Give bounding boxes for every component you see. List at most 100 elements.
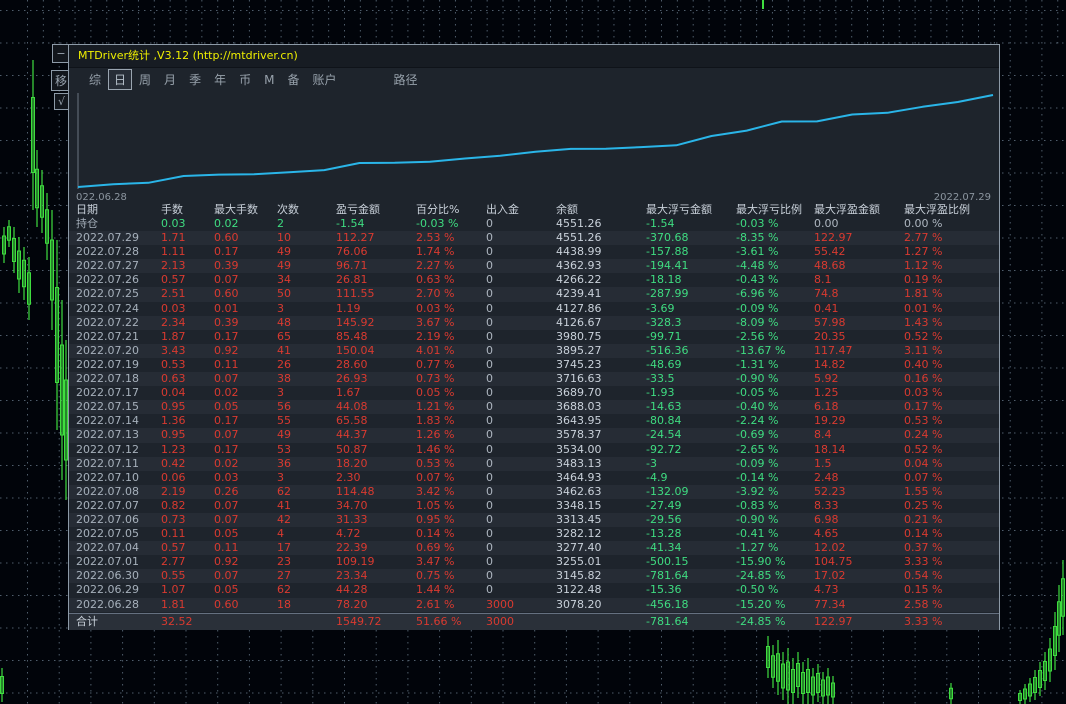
table-row[interactable]: 2022.07.121.230.175350.871.46 %03534.00-… [69, 443, 999, 457]
table-row[interactable]: 2022.06.300.550.072723.340.75 %03145.82-… [69, 569, 999, 583]
table-cell: -0.90 % [736, 372, 814, 386]
menu-item-tab-zong[interactable]: 综 [83, 69, 107, 90]
menu-item-tab-zhou[interactable]: 周 [133, 69, 157, 90]
table-cell: -92.72 [646, 443, 736, 457]
table-cell: 0.05 [214, 583, 277, 597]
table-cell: 0 [486, 217, 556, 231]
table-cell: 0.69 % [416, 541, 486, 555]
table-cell: -781.64 [646, 569, 736, 583]
table-cell: 0.53 % [416, 457, 486, 471]
menu-item-tab-lujing[interactable]: 路径 [388, 69, 424, 90]
table-cell: 3464.93 [556, 471, 646, 485]
table-cell: 1.81 % [904, 287, 994, 301]
column-header[interactable]: 最大浮盈金额 [814, 203, 904, 217]
table-cell: -0.83 % [736, 499, 814, 513]
table-cell: 1.43 % [904, 316, 994, 330]
table-row[interactable]: 2022.07.100.060.0332.300.07 %03464.93-4.… [69, 471, 999, 485]
column-header[interactable]: 余额 [556, 203, 646, 217]
menu-item-tab-zhanghu[interactable]: 账户 [306, 69, 342, 90]
table-row[interactable]: 2022.07.291.710.6010112.272.53 %04551.26… [69, 231, 999, 245]
table-cell: 1.21 % [416, 400, 486, 414]
table-row[interactable]: 2022.06.281.810.601878.202.61 %30003078.… [69, 598, 999, 612]
table-row[interactable]: 2022.07.211.870.176585.482.19 %03980.75-… [69, 330, 999, 344]
table-row[interactable]: 2022.07.260.570.073426.810.63 %04266.22-… [69, 273, 999, 287]
position-row[interactable]: 持仓0.030.022-1.54-0.03 %04551.26-1.54-0.0… [69, 217, 999, 231]
table-row[interactable]: 2022.07.150.950.055644.081.21 %03688.03-… [69, 400, 999, 414]
table-row[interactable]: 2022.07.012.770.9223109.193.47 %03255.01… [69, 555, 999, 569]
table-row[interactable]: 2022.07.180.630.073826.930.73 %03716.63-… [69, 372, 999, 386]
table-row[interactable]: 2022.07.203.430.9241150.044.01 %03895.27… [69, 344, 999, 358]
table-row[interactable]: 2022.07.050.110.0544.720.14 %03282.12-13… [69, 527, 999, 541]
table-row[interactable]: 2022.07.252.510.6050111.552.70 %04239.41… [69, 287, 999, 301]
table-row[interactable]: 2022.07.110.420.023618.200.53 %03483.13-… [69, 457, 999, 471]
table-row[interactable]: 2022.07.141.360.175565.581.83 %03643.95-… [69, 414, 999, 428]
table-cell: 0.03 [161, 302, 214, 316]
menu-item-tab-bei[interactable]: 备 [281, 69, 305, 90]
table-cell: 0.02 [214, 386, 277, 400]
table-cell: 49 [277, 259, 336, 273]
table-cell: 1.07 [161, 583, 214, 597]
column-header[interactable]: 最大浮亏金额 [646, 203, 736, 217]
table-cell: 0.07 [214, 273, 277, 287]
column-header[interactable]: 日期 [76, 203, 161, 217]
menu-item-tab-bi[interactable]: 币 [233, 69, 257, 90]
table-cell: 0 [486, 541, 556, 555]
table-row[interactable]: 2022.07.060.730.074231.330.95 %03313.45-… [69, 513, 999, 527]
table-cell: 26.81 [336, 273, 416, 287]
column-header[interactable]: 最大浮盈比例 [904, 203, 994, 217]
column-header[interactable]: 次数 [277, 203, 336, 217]
table-row[interactable]: 2022.07.190.530.112628.600.77 %03745.23-… [69, 358, 999, 372]
menu-item-tab-ri[interactable]: 日 [108, 69, 132, 90]
table-cell: 0.41 [814, 302, 904, 316]
table-cell: 42 [277, 513, 336, 527]
column-header[interactable]: 盈亏金额 [336, 203, 416, 217]
column-header[interactable]: 最大浮亏比例 [736, 203, 814, 217]
table-row[interactable]: 2022.06.291.070.056244.281.44 %03122.48-… [69, 583, 999, 597]
table-cell: -0.90 % [736, 513, 814, 527]
column-header[interactable]: 最大手数 [214, 203, 277, 217]
table-row[interactable]: 2022.07.222.340.3948145.923.67 %04126.67… [69, 316, 999, 330]
table-cell: -8.35 % [736, 231, 814, 245]
table-cell: 18.20 [336, 457, 416, 471]
column-header[interactable]: 百分比% [416, 203, 486, 217]
table-row[interactable]: 2022.07.070.820.074134.701.05 %03348.15-… [69, 499, 999, 513]
table-cell: 1.27 % [904, 245, 994, 259]
table-row[interactable]: 2022.07.240.030.0131.190.03 %04127.86-3.… [69, 302, 999, 316]
table-cell: -24.85 % [736, 614, 814, 630]
table-cell: 4239.41 [556, 287, 646, 301]
table-cell: 2022.07.06 [76, 513, 161, 527]
column-header[interactable]: 手数 [161, 203, 214, 217]
table-cell: 0.11 [214, 541, 277, 555]
table-cell: 36 [277, 457, 336, 471]
table-cell: 0.95 % [416, 513, 486, 527]
table-cell: 1.26 % [416, 428, 486, 442]
table-row[interactable]: 2022.07.170.040.0231.670.05 %03689.70-1.… [69, 386, 999, 400]
table-cell: 0.95 [161, 428, 214, 442]
table-cell: -15.90 % [736, 555, 814, 569]
table-row[interactable]: 2022.07.272.130.394996.712.27 %04362.93-… [69, 259, 999, 273]
table-row[interactable]: 2022.07.130.950.074944.371.26 %03578.37-… [69, 428, 999, 442]
table-cell: -370.68 [646, 231, 736, 245]
table-cell: 2022.07.13 [76, 428, 161, 442]
total-row: 合计32.521549.7251.66 %3000-781.64-24.85 %… [69, 613, 999, 630]
table-cell: 109.19 [336, 555, 416, 569]
window-titlebar[interactable]: MTDriver统计 ,V3.12 (http://mtdriver.cn) [69, 45, 999, 68]
menu-item-tab-nian[interactable]: 年 [208, 69, 232, 90]
table-row[interactable]: 2022.07.281.110.174976.061.74 %04438.99-… [69, 245, 999, 259]
table-cell: 0.21 % [904, 513, 994, 527]
table-row[interactable]: 2022.07.040.570.111722.390.69 %03277.40-… [69, 541, 999, 555]
check-button[interactable]: √ [54, 93, 69, 110]
menu-item-tab-yue[interactable]: 月 [158, 69, 182, 90]
table-cell: 0 [486, 386, 556, 400]
table-cell: -41.34 [646, 541, 736, 555]
table-cell: 4.01 % [416, 344, 486, 358]
table-cell: -0.05 % [736, 386, 814, 400]
table-row[interactable]: 2022.07.082.190.2662114.483.42 %03462.63… [69, 485, 999, 499]
table-cell: 57.98 [814, 316, 904, 330]
table-cell: 0.52 % [904, 330, 994, 344]
column-header[interactable]: 出入金 [486, 203, 556, 217]
table-cell: 3.11 % [904, 344, 994, 358]
menu-item-tab-ji[interactable]: 季 [183, 69, 207, 90]
table-cell: 1549.72 [336, 614, 416, 630]
menu-item-tab-m[interactable]: M [258, 71, 280, 89]
